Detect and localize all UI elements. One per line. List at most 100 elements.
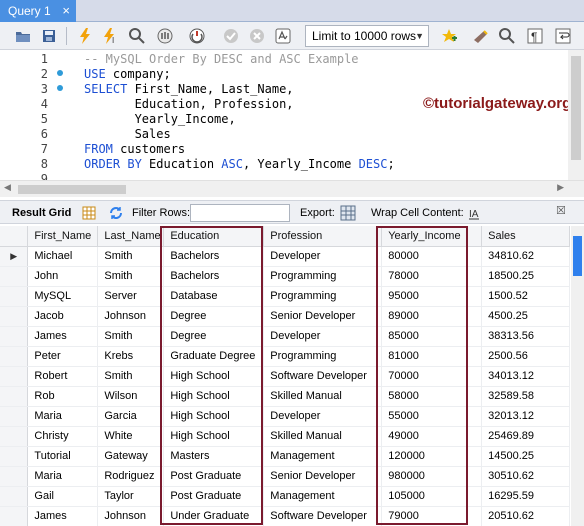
cell-first-name[interactable]: Maria <box>27 466 99 487</box>
cell-education[interactable]: Degree <box>163 306 265 327</box>
table-row[interactable]: ▶ Michael Smith Bachelors Developer 80000 3481… <box>0 246 570 267</box>
table-row[interactable]: Maria Rodriguez Post Graduate Senior Develo… <box>0 466 570 487</box>
editor-vertical-scrollbar[interactable] <box>568 50 584 180</box>
invisibles-icon[interactable]: ¶ <box>526 27 544 45</box>
autocommit-icon[interactable] <box>274 27 292 45</box>
sql-editor[interactable]: 1 2 3 4 5 6 7 8 9 -- MySQL Order By DESC… <box>0 50 584 186</box>
cell-sales[interactable]: 14500.25 <box>481 446 570 467</box>
cell-sales[interactable]: 2500.56 <box>481 346 570 367</box>
cell-profession[interactable]: Developer <box>263 246 383 267</box>
cell-profession[interactable]: Management <box>263 486 383 507</box>
grid-vertical-scrollbar[interactable] <box>571 226 584 526</box>
cell-education[interactable]: Degree <box>163 326 265 347</box>
beautify-icon[interactable] <box>440 27 458 45</box>
row-selector[interactable] <box>0 306 29 327</box>
row-selector[interactable] <box>0 346 29 367</box>
table-row[interactable]: James Johnson Under Graduate Software Devel… <box>0 506 570 526</box>
cell-yearly-income[interactable]: 120000 <box>381 446 483 467</box>
cell-sales[interactable]: 32589.58 <box>481 386 570 407</box>
cell-last-name[interactable]: Wilson <box>97 386 165 407</box>
code-line[interactable]: ORDER BY Education ASC, Yearly_Income DE… <box>84 157 395 172</box>
scroll-right-icon[interactable]: ▶ <box>557 182 564 193</box>
execute-icon[interactable] <box>76 27 94 45</box>
row-selector[interactable] <box>0 266 29 287</box>
cell-yearly-income[interactable]: 95000 <box>381 286 483 307</box>
code-line[interactable]: USE company; <box>84 67 171 82</box>
cell-yearly-income[interactable]: 78000 <box>381 266 483 287</box>
cell-education[interactable]: Bachelors <box>163 246 265 267</box>
cell-profession[interactable]: Skilled Manual <box>263 426 383 447</box>
cell-sales[interactable]: 16295.59 <box>481 486 570 507</box>
cell-yearly-income[interactable]: 79000 <box>381 506 483 526</box>
refresh-icon[interactable] <box>108 201 124 225</box>
cell-first-name[interactable]: James <box>27 326 99 347</box>
find-icon[interactable] <box>498 27 516 45</box>
table-row[interactable]: James Smith Degree Developer 85000 38313.56 <box>0 326 570 347</box>
cell-sales[interactable]: 1500.52 <box>481 286 570 307</box>
cell-last-name[interactable]: Krebs <box>97 346 165 367</box>
cell-education[interactable]: Graduate Degree <box>163 346 265 367</box>
commit-icon[interactable] <box>222 27 240 45</box>
cell-profession[interactable]: Skilled Manual <box>263 386 383 407</box>
cell-sales[interactable]: 18500.25 <box>481 266 570 287</box>
row-selector[interactable] <box>0 286 29 307</box>
cell-profession[interactable]: Programming <box>263 266 383 287</box>
table-row[interactable]: John Smith Bachelors Programming 78000 18500.… <box>0 266 570 287</box>
column-header-profession[interactable]: Profession <box>263 226 383 247</box>
column-header-last-name[interactable]: Last_Name <box>97 226 165 247</box>
cell-first-name[interactable]: Michael <box>27 246 99 267</box>
table-row[interactable]: Rob Wilson High School Skilled Manual 58000 3… <box>0 386 570 407</box>
cell-sales[interactable]: 32013.12 <box>481 406 570 427</box>
cell-profession[interactable]: Software Developer <box>263 366 383 387</box>
cell-first-name[interactable]: MySQL <box>27 286 99 307</box>
cell-last-name[interactable]: Rodriguez <box>97 466 165 487</box>
cell-yearly-income[interactable]: 89000 <box>381 306 483 327</box>
cell-yearly-income[interactable]: 980000 <box>381 466 483 487</box>
cell-education[interactable]: Post Graduate <box>163 486 265 507</box>
row-selector[interactable] <box>0 326 29 347</box>
row-selector[interactable] <box>0 446 29 467</box>
row-selector[interactable] <box>0 466 29 487</box>
cell-last-name[interactable]: Smith <box>97 266 165 287</box>
cell-profession[interactable]: Programming <box>263 346 383 367</box>
cell-education[interactable]: Bachelors <box>163 266 265 287</box>
row-selector[interactable] <box>0 366 29 387</box>
cell-last-name[interactable]: Smith <box>97 246 165 267</box>
cell-profession[interactable]: Senior Developer <box>263 306 383 327</box>
result-grid[interactable]: First_Name Last_Name Education Professio… <box>0 226 570 526</box>
stop-icon[interactable] <box>156 27 174 45</box>
row-selector[interactable] <box>0 486 29 507</box>
cell-last-name[interactable]: Taylor <box>97 486 165 507</box>
cell-first-name[interactable]: Peter <box>27 346 99 367</box>
toggle-continue-icon[interactable] <box>188 27 206 45</box>
row-selector[interactable] <box>0 506 29 526</box>
code-line[interactable]: Yearly_Income, <box>84 112 236 127</box>
cell-profession[interactable]: Software Developer <box>263 506 383 526</box>
cell-last-name[interactable]: Johnson <box>97 306 165 327</box>
cell-education[interactable]: Database <box>163 286 265 307</box>
folder-open-icon[interactable] <box>14 27 32 45</box>
wrap-cell-icon[interactable]: IA <box>468 201 480 225</box>
cell-first-name[interactable]: James <box>27 506 99 526</box>
column-header-education[interactable]: Education <box>163 226 265 247</box>
cell-last-name[interactable]: Johnson <box>97 506 165 526</box>
filter-rows-input[interactable] <box>190 204 290 222</box>
row-selector[interactable]: ▶ <box>0 246 29 267</box>
cell-first-name[interactable]: Maria <box>27 406 99 427</box>
table-row[interactable]: Gail Taylor Post Graduate Management 105000 1… <box>0 486 570 507</box>
scroll-left-icon[interactable]: ◀ <box>4 182 11 193</box>
wrap-icon[interactable] <box>554 27 572 45</box>
close-tab-icon[interactable]: × <box>62 0 70 22</box>
column-header-yearly-income[interactable]: Yearly_Income <box>381 226 483 247</box>
cell-yearly-income[interactable]: 80000 <box>381 246 483 267</box>
cell-last-name[interactable]: Garcia <box>97 406 165 427</box>
editor-horizontal-scrollbar[interactable]: ◀ ▶ <box>0 180 584 197</box>
export-icon[interactable] <box>340 201 356 225</box>
cell-profession[interactable]: Developer <box>263 406 383 427</box>
cell-education[interactable]: High School <box>163 386 265 407</box>
cell-sales[interactable]: 4500.25 <box>481 306 570 327</box>
table-row[interactable]: Maria Garcia High School Developer 55000 3201… <box>0 406 570 427</box>
cell-yearly-income[interactable]: 55000 <box>381 406 483 427</box>
column-header-first-name[interactable]: First_Name <box>27 226 99 247</box>
cell-first-name[interactable]: Rob <box>27 386 99 407</box>
